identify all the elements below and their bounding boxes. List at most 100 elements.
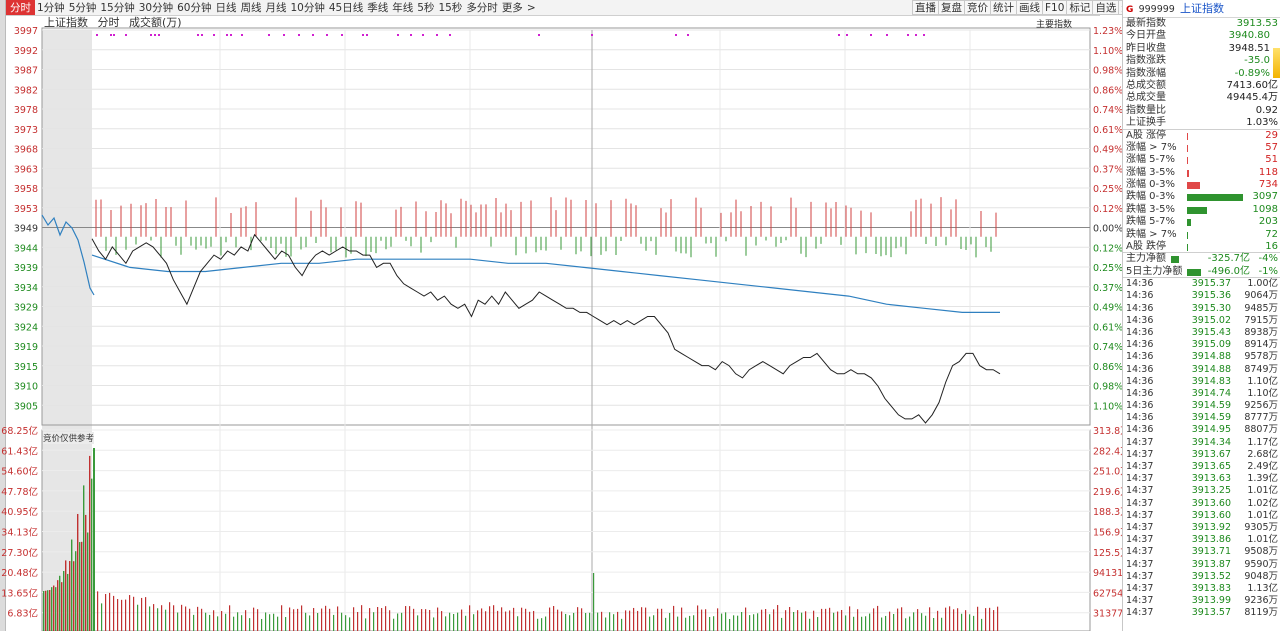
volume-bar	[737, 615, 739, 631]
signal-marker	[341, 34, 343, 36]
quote-label: 昨日收盘	[1126, 42, 1166, 54]
volume-bar	[993, 610, 995, 631]
volume-bar	[289, 607, 291, 631]
volume-bar	[161, 605, 163, 631]
volume-bar	[801, 612, 803, 631]
volume-bar	[829, 607, 831, 631]
volume-bar	[201, 608, 203, 631]
quote-value: 3913.53	[1236, 18, 1278, 29]
intraday-chart[interactable]: 3997 1.23% 3992 1.10% 3987 0.98% 3982 0.86% 3978…	[0, 0, 1122, 631]
flow-label: 5日主力净额	[1126, 265, 1183, 277]
tick-time: 14:36	[1126, 363, 1154, 375]
auction-volume-bar	[87, 532, 89, 631]
signal-marker	[230, 34, 232, 36]
volume-bar	[245, 610, 247, 631]
breadth-bar	[1187, 169, 1189, 177]
volume-bar	[337, 606, 339, 631]
breadth-bar	[1187, 206, 1207, 214]
volume-bar	[917, 609, 919, 631]
volume-bar	[269, 614, 271, 631]
breadth-value: 3097	[1252, 191, 1278, 203]
tick-price: 3913.60	[1191, 509, 1231, 521]
volume-bar	[873, 608, 875, 631]
volume-bar	[461, 609, 463, 631]
volume-bar	[297, 608, 299, 631]
pct-tick-label: 0.98%	[1093, 382, 1122, 393]
breadth-label: 涨幅 0-3%	[1126, 179, 1176, 191]
volume-bar	[401, 612, 403, 631]
volume-bar	[557, 609, 559, 631]
tick-price: 3914.59	[1191, 412, 1231, 424]
auction-volume-bar	[69, 561, 71, 631]
volume-bar	[825, 608, 827, 631]
tick-row: 14:36 3914.74 1.10亿	[1123, 388, 1280, 400]
tick-price: 3913.87	[1191, 558, 1231, 570]
volume-tick-label-right: 941314	[1093, 568, 1122, 579]
volume-bar	[869, 613, 871, 631]
volume-bar	[621, 618, 623, 631]
index-title[interactable]: 上证指数	[1180, 2, 1224, 15]
price-tick-label: 3978	[14, 105, 38, 116]
tick-row: 14:37 3913.65 2.49亿	[1123, 461, 1280, 473]
tick-volume: 7915万	[1244, 314, 1278, 326]
volume-bar	[213, 610, 215, 631]
volume-bar	[329, 608, 331, 631]
volume-bar	[397, 613, 399, 631]
flow-row: 5日主力净额 -496.0亿 -1%	[1123, 265, 1280, 279]
volume-bar	[429, 609, 431, 631]
quote-row: 今日开盘 3940.80	[1123, 30, 1280, 42]
volume-bar	[965, 610, 967, 631]
tick-price: 3915.43	[1191, 326, 1231, 338]
volume-bar	[853, 616, 855, 631]
quote-value: 1.03%	[1246, 117, 1278, 129]
volume-bar	[365, 618, 367, 631]
tick-row: 14:37 3913.25 1.01亿	[1123, 485, 1280, 497]
tick-row: 14:37 3913.83 1.13亿	[1123, 583, 1280, 595]
volume-bar	[981, 618, 983, 631]
tick-row: 14:36 3914.88 9578万	[1123, 351, 1280, 363]
quote-label: 最新指数	[1126, 18, 1166, 29]
volume-bar	[293, 609, 295, 631]
volume-bar	[885, 615, 887, 631]
tick-row: 14:37 3913.67 2.68亿	[1123, 449, 1280, 461]
volume-bar	[781, 617, 783, 631]
signal-marker	[907, 34, 909, 36]
volume-bar	[145, 597, 147, 631]
breadth-row: 跌幅 > 7% 72	[1123, 229, 1280, 241]
volume-bar	[165, 609, 167, 631]
volume-bar	[229, 605, 231, 631]
volume-bar	[641, 607, 643, 631]
tick-time: 14:36	[1126, 314, 1154, 326]
volume-bar	[173, 605, 175, 631]
volume-bar	[789, 607, 791, 631]
tick-volume: 9590万	[1244, 558, 1278, 570]
signal-marker	[675, 34, 677, 36]
tick-list[interactable]: 14:36 3915.37 1.00亿 14:36 3915.36 9064万 14:36 3…	[1123, 278, 1280, 619]
volume-bar	[225, 613, 227, 631]
breadth-value: 1098	[1252, 203, 1278, 215]
volume-bar	[933, 617, 935, 631]
volume-bar	[357, 611, 359, 631]
signal-marker	[410, 34, 412, 36]
pct-tick-label: 0.74%	[1093, 105, 1122, 116]
main-index-label[interactable]: 主要指数	[1036, 17, 1072, 30]
tick-row: 14:36 3915.43 8938万	[1123, 327, 1280, 339]
breadth-value: 57	[1265, 141, 1278, 153]
tick-price: 3913.92	[1191, 521, 1231, 533]
volume-bar	[497, 610, 499, 631]
volume-bar	[797, 610, 799, 631]
volume-bar	[241, 615, 243, 631]
quote-label: 上证换手	[1126, 117, 1166, 129]
volume-bar	[577, 607, 579, 631]
auction-volume-bar	[89, 455, 91, 631]
tick-price: 3914.95	[1191, 424, 1231, 436]
volume-bar	[521, 607, 523, 631]
pct-tick-label: 0.37%	[1093, 164, 1122, 175]
volume-bar	[877, 605, 879, 631]
pct-tick-label: 0.74%	[1093, 342, 1122, 353]
signal-marker	[366, 34, 368, 36]
volume-bar	[649, 616, 651, 631]
volume-bar	[221, 611, 223, 631]
volume-bar	[921, 613, 923, 631]
volume-bar	[457, 612, 459, 631]
